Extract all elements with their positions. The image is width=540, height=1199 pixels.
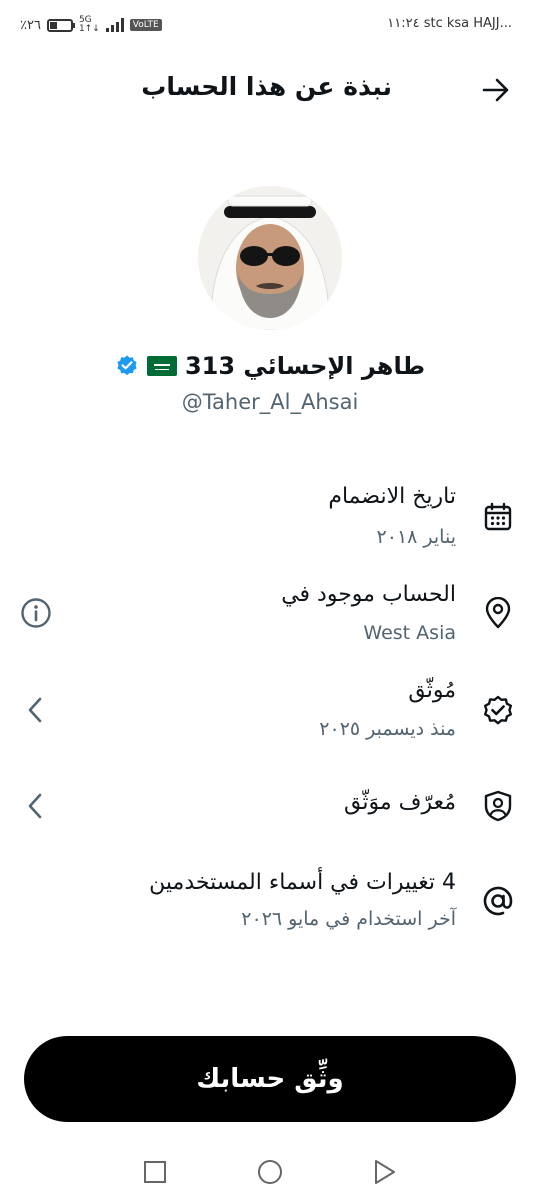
status-left: ٪٢٦ 5G 1↑↓ VoLTE <box>20 16 162 34</box>
verified-badge-icon[interactable] <box>115 354 139 378</box>
triangle-icon <box>375 1160 395 1184</box>
display-name: طاهر الإحسائي 313 <box>184 352 426 380</box>
volte-badge: VoLTE <box>129 19 162 31</box>
square-icon <box>144 1161 166 1183</box>
verified-chevron-button[interactable] <box>18 692 54 728</box>
back-nav-button[interactable] <box>364 1152 404 1192</box>
chevron-left-icon <box>28 697 42 723</box>
row-joined: تاريخ الانضمام يناير ٢٠١٨ <box>0 480 540 560</box>
avatar-image <box>198 186 342 330</box>
at-sign-icon <box>482 885 514 917</box>
status-bar: ٪٢٦ 5G 1↑↓ VoLTE ١١:٢٤ stc ksa HAJJ... <box>0 0 540 52</box>
shield-person-icon <box>482 790 514 822</box>
username-last-used: آخر استخدام في مايو ٢٠٢٦ <box>241 908 456 930</box>
recents-button[interactable] <box>135 1152 175 1192</box>
network-type: 5G 1↑↓ <box>78 15 100 34</box>
verified-label: مُوثّق <box>408 678 456 703</box>
row-location: الحساب موجود في West Asia <box>0 578 540 658</box>
location-value: West Asia <box>363 622 456 644</box>
handle: @Taher_Al_Ahsai <box>181 390 359 414</box>
saudi-flag-icon <box>146 356 177 376</box>
avatar[interactable] <box>198 186 342 330</box>
verify-account-button[interactable]: وثِّق حسابك <box>24 1036 516 1122</box>
home-button[interactable] <box>250 1152 290 1192</box>
verified-id-label: مُعرّف موَثّق <box>344 790 456 815</box>
row-verified-id[interactable]: مُعرّف موَثّق <box>0 776 540 836</box>
system-nav-bar <box>0 1140 540 1199</box>
calendar-icon <box>482 501 514 533</box>
verified-badge-icon <box>482 695 514 727</box>
chevron-left-icon <box>28 793 42 819</box>
location-pin-icon <box>482 597 514 629</box>
header: نبذة عن هذا الحساب <box>0 60 540 120</box>
joined-date: يناير ٢٠١٨ <box>376 526 456 548</box>
info-button[interactable] <box>18 595 54 631</box>
status-carrier-time: ١١:٢٤ stc ksa HAJJ... <box>387 16 512 31</box>
battery-icon <box>46 18 75 32</box>
page-title: نبذة عن هذا الحساب <box>141 72 392 101</box>
battery-percent: ٪٢٦ <box>20 17 41 33</box>
name-row: طاهر الإحسائي 313 <box>0 352 540 380</box>
verified-since: منذ ديسمبر ٢٠٢٥ <box>319 718 456 740</box>
location-label: الحساب موجود في <box>281 582 456 607</box>
row-username-changes: 4 تغييرات في أسماء المستخدمين آخر استخدا… <box>0 866 540 946</box>
arrow-right-icon <box>482 78 509 102</box>
username-changes-label: 4 تغييرات في أسماء المستخدمين <box>149 870 456 895</box>
signal-icon <box>105 18 124 32</box>
info-icon <box>21 598 51 628</box>
joined-label: تاريخ الانضمام <box>328 484 456 509</box>
verified-id-chevron-button[interactable] <box>18 788 54 824</box>
back-button[interactable] <box>478 72 514 108</box>
row-verified[interactable]: مُوثّق منذ ديسمبر ٢٠٢٥ <box>0 676 540 756</box>
circle-icon <box>258 1160 282 1184</box>
